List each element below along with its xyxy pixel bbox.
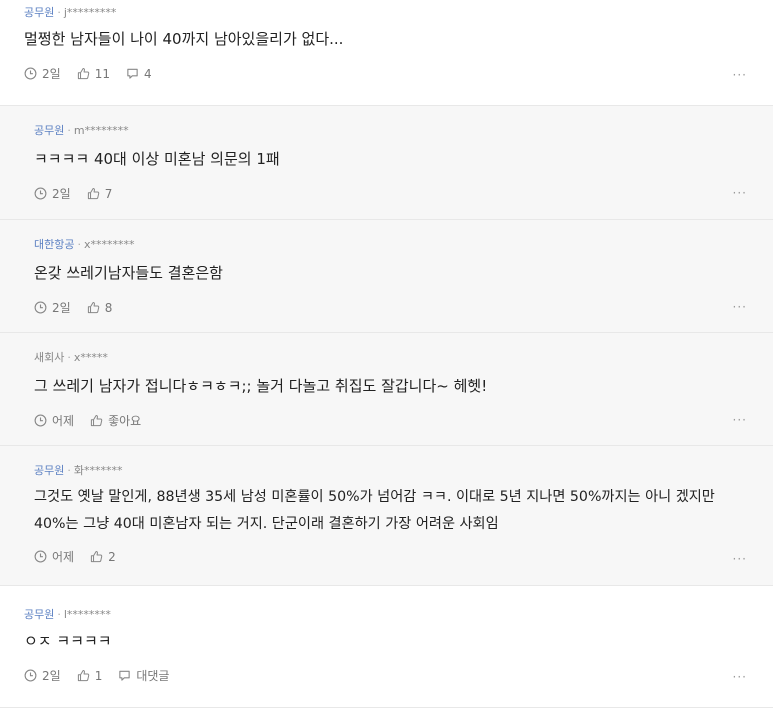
clock-icon [34, 550, 47, 563]
author-id: x***** [73, 351, 108, 364]
like-count: 8 [104, 300, 113, 315]
reply-button[interactable]: 4 [126, 67, 152, 81]
comment-time: 2일 [34, 185, 71, 202]
more-dots-icon[interactable]: ··· [733, 670, 747, 684]
more-dots-icon[interactable]: ··· [733, 300, 747, 314]
thumbs-up-icon [90, 550, 103, 563]
like-button[interactable]: 7 [87, 186, 113, 201]
reply-label: 대댓글 [136, 669, 170, 683]
time-label: 어제 [52, 414, 75, 428]
comment-text: 멀쩡한 남자들이 나이 40까지 남아있을리가 없다... [24, 30, 344, 48]
more-dots-icon[interactable]: ··· [733, 413, 747, 427]
comment-author: 새회사 · x***** [34, 351, 749, 365]
comment-meta: 2일 7 [34, 185, 749, 202]
comment-meta: 2일 8 [34, 299, 749, 316]
clock-icon [24, 67, 37, 80]
reply-count: 4 [143, 66, 152, 81]
clock-icon [34, 187, 47, 200]
reply-button[interactable]: 대댓글 [118, 667, 169, 684]
author-company[interactable]: 공무원 [24, 6, 54, 19]
comment-meta: 어제 좋아요 [34, 412, 749, 429]
author-separator: · [67, 351, 71, 364]
comment-item: 공무원 · j********* 멀쩡한 남자들이 나이 40까지 남아있을리가 없… [0, 0, 773, 106]
author-id: x******** [83, 238, 135, 251]
like-button[interactable]: 좋아요 [90, 412, 141, 429]
comment-author: 공무원 · j********* [24, 6, 749, 20]
author-company[interactable]: 공무원 [34, 464, 64, 477]
author-separator: · [67, 124, 71, 137]
author-separator: · [67, 464, 71, 477]
author-separator: · [57, 6, 61, 19]
like-count: 2 [108, 549, 116, 564]
like-button[interactable]: 8 [87, 300, 113, 315]
reply-item: 새회사 · x***** 그 쓰레기 남자가 접니다ㅎㅋㅎㅋ;; 놀거 다놀고 취집… [0, 333, 773, 446]
author-separator: · [77, 238, 81, 251]
author-company[interactable]: 공무원 [24, 608, 54, 621]
comment-author: 대한항공 · x******** [34, 238, 749, 252]
reply-item: 대한항공 · x******** 온갖 쓰레기남자들도 결혼은함 2일 8 ··· [0, 220, 773, 333]
thumbs-up-icon [90, 414, 103, 427]
comment-author: 공무원 · l******** [24, 608, 749, 622]
author-id: 화******* [73, 464, 123, 477]
comment-text: ㅇㅈ ㅋㅋㅋㅋ [24, 632, 112, 650]
like-count: 좋아요 [108, 414, 142, 428]
thumbs-up-icon [77, 67, 89, 80]
thumbs-up-icon [87, 187, 99, 200]
clock-icon [34, 414, 47, 427]
time-label: 2일 [42, 67, 61, 81]
more-dots-icon[interactable]: ··· [733, 68, 747, 82]
speech-bubble-icon [127, 68, 138, 79]
more-dots-icon[interactable]: ··· [733, 552, 747, 566]
reply-item: 공무원 · 화******* 그것도 옛날 말인게, 88년생 35세 남성 미혼률… [0, 446, 773, 586]
more-dots-icon[interactable]: ··· [733, 186, 747, 200]
comment-meta: 어제 2 [34, 548, 749, 565]
thumbs-up-icon [77, 669, 89, 682]
comment-item: 공무원 · l******** ㅇㅈ ㅋㅋㅋㅋ 2일 1 대댓글 ··· [0, 586, 773, 708]
time-label: 2일 [42, 669, 61, 683]
author-separator: · [57, 608, 61, 621]
comment-text: 그것도 옛날 말인게, 88년생 35세 남성 미혼률이 50%가 넘어감 ㅋㅋ… [34, 489, 715, 532]
comment-meta: 2일 11 4 [24, 65, 749, 82]
clock-icon [24, 669, 37, 682]
time-label: 어제 [52, 550, 75, 564]
comment-text: 온갖 쓰레기남자들도 결혼은함 [34, 264, 223, 282]
like-button[interactable]: 11 [77, 67, 110, 81]
time-label: 2일 [52, 301, 71, 315]
comment-author: 공무원 · m******** [34, 124, 749, 138]
comment-meta: 2일 1 대댓글 [24, 667, 749, 684]
author-company: 새회사 [34, 351, 65, 364]
comment-time: 어제 [34, 412, 74, 429]
comment-author: 공무원 · 화******* [34, 464, 749, 478]
thumbs-up-icon [87, 301, 99, 314]
comment-text: ㅋㅋㅋㅋ 40대 이상 미혼남 의문의 1패 [34, 150, 280, 168]
comment-time: 2일 [34, 299, 71, 316]
author-id: m******** [73, 124, 129, 137]
author-company[interactable]: 대한항공 [34, 238, 74, 251]
comment-time: 어제 [34, 548, 74, 565]
like-count: 11 [94, 66, 110, 81]
like-count: 7 [104, 186, 113, 201]
time-label: 2일 [52, 187, 71, 201]
reply-item: 공무원 · m******** ㅋㅋㅋㅋ 40대 이상 미혼남 의문의 1패 2일 … [0, 106, 773, 220]
like-count: 1 [94, 668, 103, 683]
like-button[interactable]: 1 [77, 668, 103, 683]
author-company[interactable]: 공무원 [34, 124, 64, 137]
comment-time: 2일 [24, 667, 61, 684]
comment-thread: 공무원 · j********* 멀쩡한 남자들이 나이 40까지 남아있을리가 없… [0, 0, 773, 708]
like-button[interactable]: 2 [90, 550, 116, 564]
clock-icon [34, 301, 47, 314]
comment-time: 2일 [24, 65, 61, 82]
speech-bubble-icon [119, 670, 131, 681]
author-id: j********* [63, 6, 117, 19]
author-id: l******** [63, 608, 111, 621]
comment-text: 그 쓰레기 남자가 접니다ㅎㅋㅎㅋ;; 놀거 다놀고 취집도 잘갑니다~ 헤헷! [34, 377, 488, 395]
